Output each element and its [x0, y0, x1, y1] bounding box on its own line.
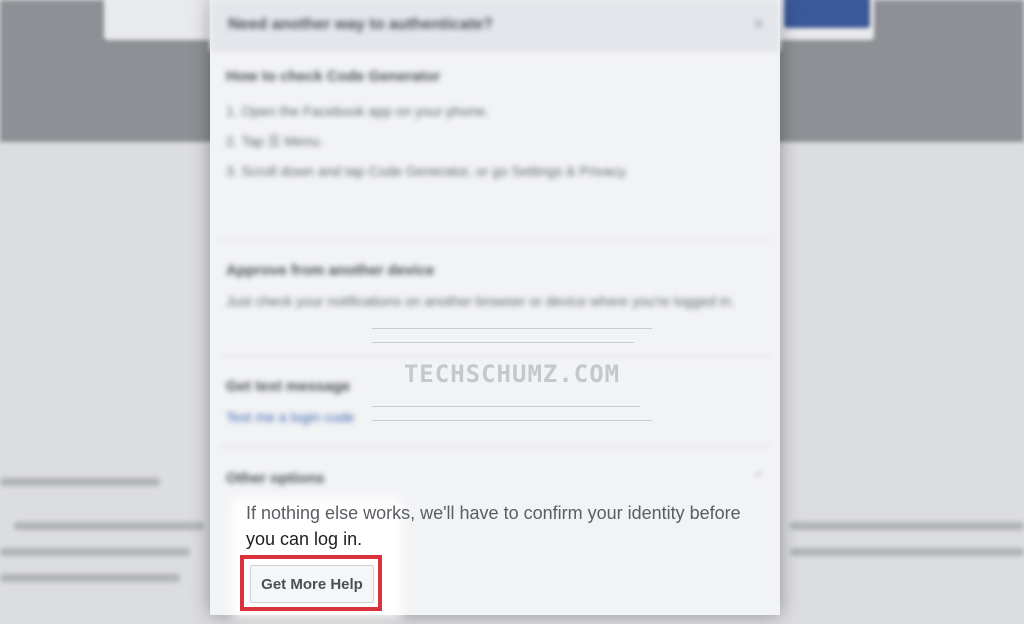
- other-options-text-line1: If nothing else works, we'll have to con…: [246, 503, 741, 523]
- get-more-help-button[interactable]: Get More Help: [250, 565, 374, 603]
- approve-title: Approve from another device: [226, 262, 435, 279]
- dialog-title: Need another way to authenticate?: [228, 16, 493, 33]
- background-footer-text: [14, 522, 204, 530]
- chevron-up-icon[interactable]: ⌃: [752, 470, 764, 487]
- watermark-text: TECHSCHUMZ.COM: [403, 360, 621, 388]
- other-options-title: Other options: [226, 470, 325, 487]
- dialog-header: Need another way to authenticate? ×: [210, 0, 780, 51]
- approve-text: Just check your notifications on another…: [226, 293, 735, 309]
- background-footer-text: [790, 548, 1024, 556]
- divider: [220, 446, 770, 447]
- background-footer-text: [0, 548, 190, 556]
- approve-device-section: Approve from another device Just check y…: [226, 262, 762, 313]
- highlight-box: Get More Help: [240, 555, 382, 611]
- watermark-line: [372, 406, 640, 407]
- watermark-line: [372, 342, 634, 343]
- code-generator-title: How to check Code Generator: [226, 68, 441, 85]
- watermark-line: [372, 420, 652, 421]
- close-icon[interactable]: ×: [753, 14, 764, 35]
- step-1: 1. Open the Facebook app on your phone.: [226, 103, 490, 119]
- other-options-text-line2: you can log in.: [246, 529, 363, 549]
- background-footer-text: [0, 574, 180, 582]
- background-footer-text: [790, 522, 1024, 530]
- other-options-section: Other options: [226, 470, 762, 487]
- divider: [220, 240, 770, 241]
- background-login-button: [784, 0, 870, 28]
- step-2: 2. Tap ☰ Menu.: [226, 133, 324, 149]
- other-options-text: If nothing else works, we'll have to con…: [246, 500, 741, 552]
- step-3: 3. Scroll down and tap Code Generator, o…: [226, 163, 629, 179]
- background-footer-text: [0, 478, 160, 486]
- watermark-line: [372, 328, 652, 329]
- watermark: TECHSCHUMZ.COM: [372, 328, 652, 421]
- code-generator-section: How to check Code Generator 1. Open the …: [226, 68, 762, 183]
